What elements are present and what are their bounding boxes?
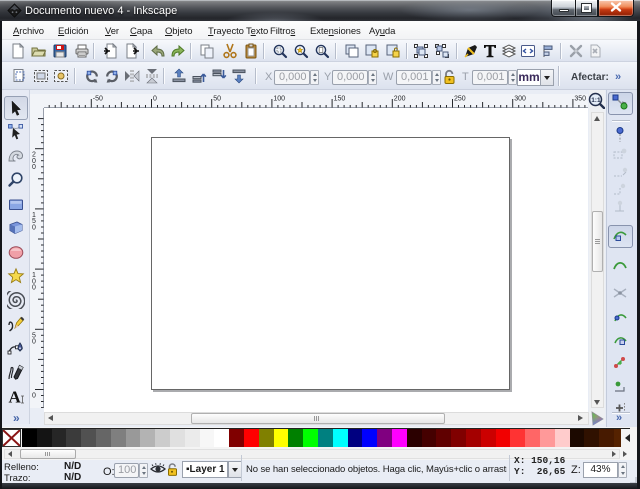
svg-text:250: 250 [454,96,466,103]
svg-text:50: 50 [213,96,221,103]
svg-text:100: 100 [273,96,285,103]
svg-text:0: 0 [32,339,36,346]
svg-text:350: 350 [574,96,586,103]
svg-text:0: 0 [153,96,157,103]
svg-text:300: 300 [514,96,526,103]
svg-text:0: 0 [32,224,36,231]
svg-text:150: 150 [334,96,346,103]
svg-text:200: 200 [394,96,406,103]
svg-text:0: 0 [32,393,36,400]
svg-text:-50: -50 [93,96,103,103]
svg-text:A: A [9,388,22,406]
svg-text:0: 0 [32,164,36,171]
svg-text:0: 0 [32,285,36,292]
svg-text:1:1: 1:1 [591,97,601,104]
